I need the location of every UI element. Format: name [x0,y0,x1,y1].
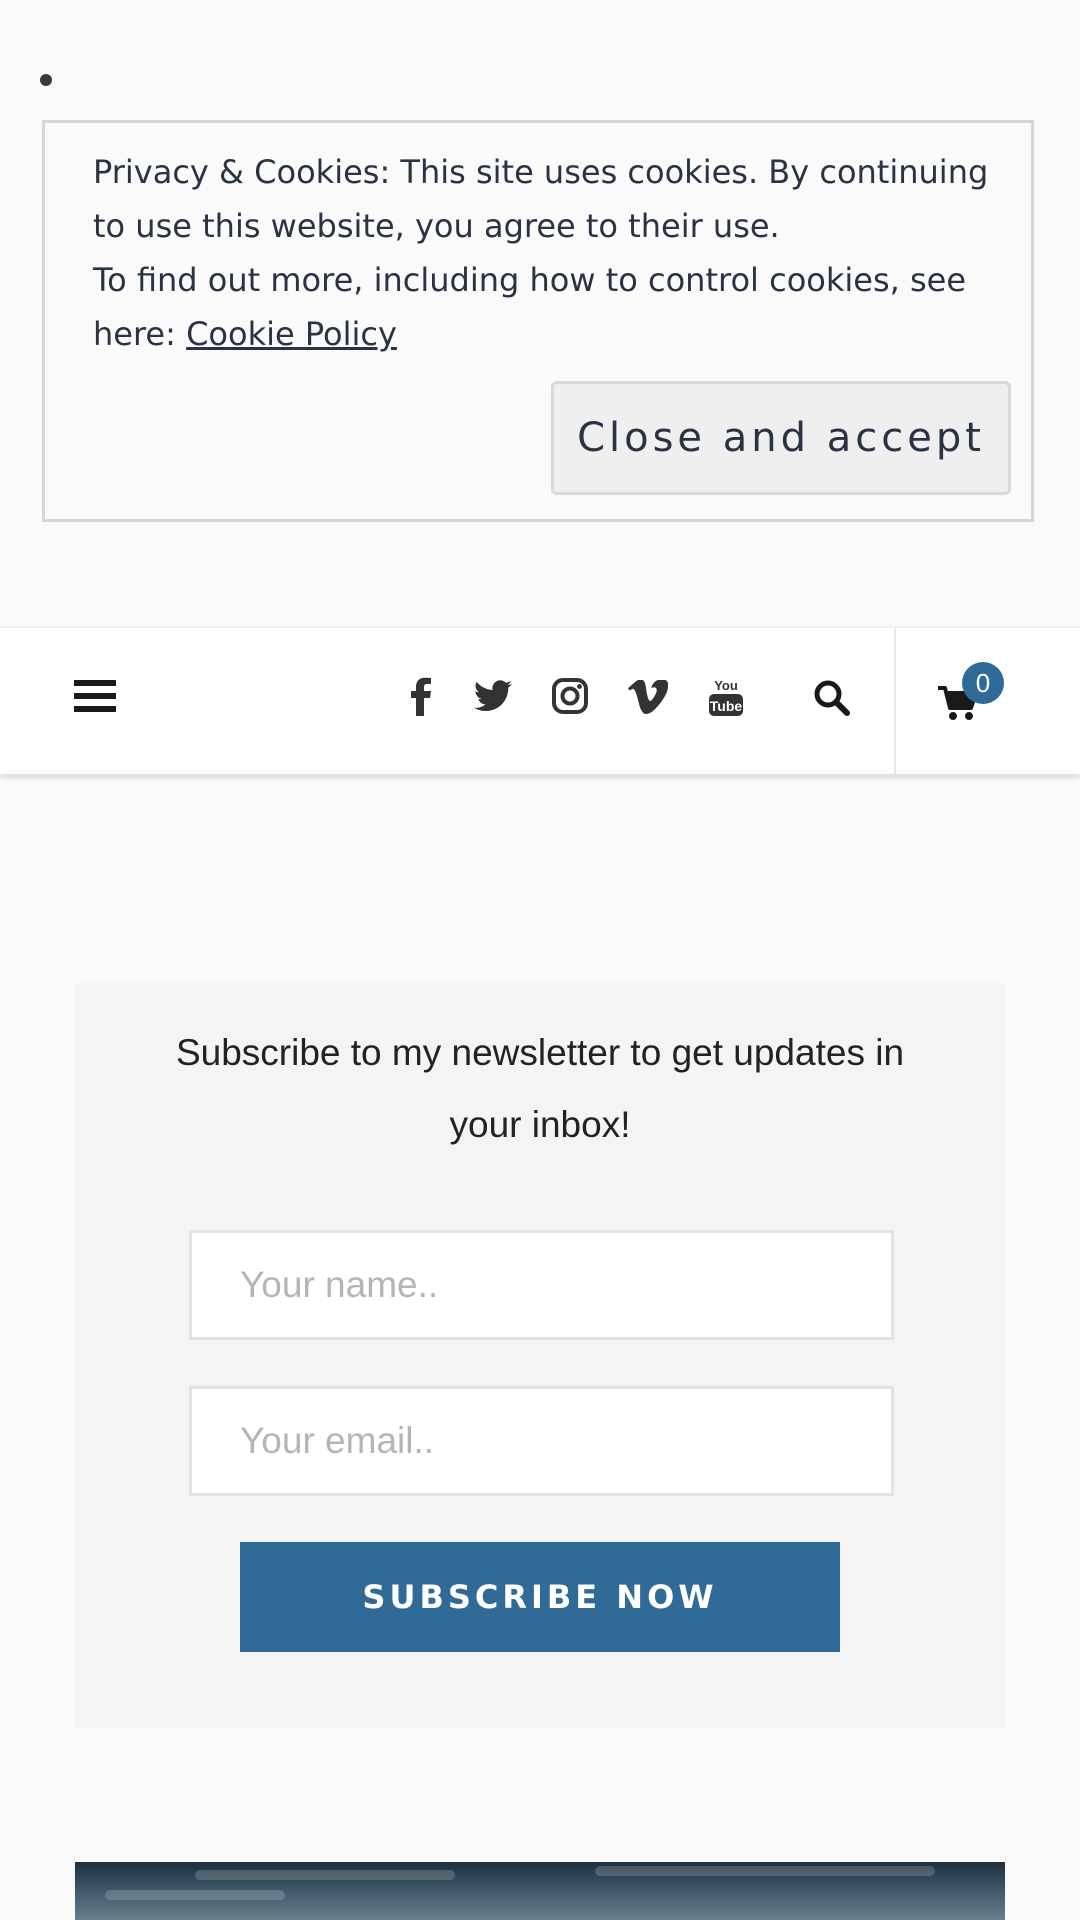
cookie-policy-link[interactable]: Cookie Policy [186,315,397,353]
cookie-notice-line1: Privacy & Cookies: This site uses cookie… [93,153,989,245]
cookie-notice-text: Privacy & Cookies: This site uses cookie… [93,145,1013,361]
facebook-icon[interactable] [409,676,433,716]
svg-text:You: You [714,678,738,693]
search-icon[interactable] [814,680,850,716]
email-input[interactable] [189,1386,894,1496]
newsletter-section: Subscribe to my newsletter to get update… [75,983,1005,1728]
cart-count-badge: 0 [962,662,1004,704]
name-input[interactable] [189,1230,894,1340]
hamburger-menu-icon[interactable] [74,678,116,714]
image-cloud [105,1890,285,1900]
newsletter-heading: Subscribe to my newsletter to get update… [175,1032,905,1145]
instagram-icon[interactable] [552,678,588,714]
featured-image [75,1862,1005,1920]
subscribe-now-button[interactable]: SUBSCRIBE NOW [240,1542,840,1652]
image-cloud [595,1866,935,1876]
header-divider [894,628,896,774]
svg-text:Tube: Tube [710,698,743,714]
close-and-accept-button[interactable]: Close and accept [551,381,1011,495]
cookie-notice: Privacy & Cookies: This site uses cookie… [42,120,1034,522]
image-cloud [195,1870,455,1880]
youtube-icon[interactable]: You Tube [708,676,744,718]
site-header: You Tube 0 [0,626,1080,774]
vimeo-icon[interactable] [628,680,668,714]
twitter-icon[interactable] [474,680,512,712]
list-bullet [40,74,52,86]
